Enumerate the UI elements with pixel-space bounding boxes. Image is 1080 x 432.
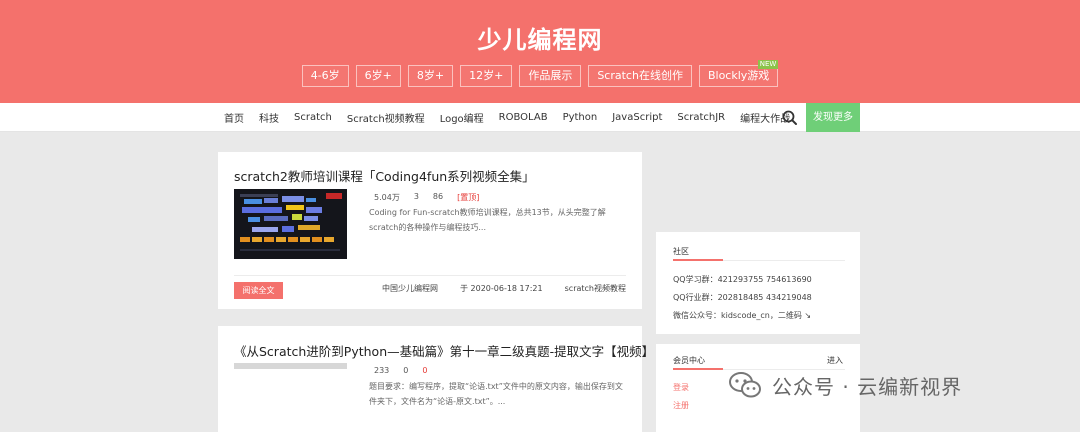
post-card: 《从Scratch进阶到Python—基础篇》第十一章二级真题-提取文字【视频】… — [218, 326, 654, 432]
community-widget: 社区 QQ学习群：421293755 754613690 QQ行业群：20281… — [656, 232, 860, 334]
widget-title: 会员中心 — [673, 356, 705, 365]
category-button-scratch-online[interactable]: Scratch在线创作 — [588, 65, 692, 87]
wechat-icon — [728, 370, 762, 400]
main-nav: 首页 科技 Scratch Scratch视频教程 Logo编程 ROBOLAB… — [0, 103, 1080, 132]
category-button-8plus[interactable]: 8岁+ — [407, 65, 454, 87]
category-label: Blockly游戏 — [707, 69, 770, 82]
comment-count: 0 — [403, 366, 409, 375]
view-count: 5.04万 — [374, 193, 400, 202]
like-count: 0 — [422, 366, 428, 375]
nav-item-javascript[interactable]: JavaScript — [612, 112, 662, 123]
category-buttons: 4-6岁 6岁+ 8岁+ 12岁+ 作品展示 Scratch在线创作 Block… — [0, 60, 1080, 87]
nav-item-python[interactable]: Python — [563, 112, 598, 123]
comment-count: 3 — [413, 192, 419, 201]
nav-item-scratch[interactable]: Scratch — [294, 112, 332, 123]
post-excerpt: Coding for Fun-scratch教师培训课程，总共13节，从头完整了… — [369, 208, 606, 232]
qq-study-group: QQ学习群：421293755 754613690 — [673, 275, 812, 284]
wechat-account[interactable]: 微信公众号：kidscode_cn，二维码 ↘ — [673, 310, 811, 321]
nav-item-home[interactable]: 首页 — [224, 110, 244, 125]
category-button-4-6[interactable]: 4-6岁 — [301, 65, 349, 87]
like-count: 86 — [432, 192, 444, 201]
divider-accent — [673, 368, 723, 370]
nav-item-robolab[interactable]: ROBOLAB — [499, 112, 548, 123]
post-author[interactable]: 中国少儿编程网 — [382, 283, 438, 294]
post-date: 于 2020-06-18 17:21 — [459, 284, 543, 293]
card-divider — [234, 275, 626, 276]
qq-industry-group: QQ行业群：202818485 434219048 — [673, 293, 812, 302]
site-header: 少儿编程网 4-6岁 6岁+ 8岁+ 12岁+ 作品展示 Scratch在线创作… — [0, 0, 1080, 103]
discover-more-button[interactable]: 发现更多 — [806, 103, 860, 132]
post-excerpt: 题目要求：编写程序，提取“论语.txt”文件中的原文内容，输出保存到文件夹下，文… — [369, 382, 623, 406]
register-link[interactable]: 注册 — [673, 400, 689, 411]
new-badge: NEW — [757, 60, 779, 69]
pinned-tag: [置顶] — [457, 193, 480, 202]
wechat-watermark: 公众号 · 云编新视界 — [728, 370, 962, 400]
post-footer: 中国少儿编程网 于 2020-06-18 17:21 scratch视频教程 — [218, 283, 626, 294]
site-title[interactable]: 少儿编程网 — [0, 20, 1080, 55]
nav-item-logo[interactable]: Logo编程 — [440, 110, 484, 125]
divider-accent — [673, 259, 723, 261]
post-card: scratch2教师培训课程「Coding4fun系列视频全集」 5.04万 3… — [218, 152, 642, 309]
category-button-showcase[interactable]: 作品展示 — [519, 65, 582, 87]
view-count: 233 — [374, 366, 390, 375]
nav-item-scratch-video[interactable]: Scratch视频教程 — [347, 110, 425, 125]
nav-item-tech[interactable]: 科技 — [259, 110, 279, 125]
watermark-text: 公众号 · 云编新视界 — [772, 374, 963, 399]
post-category[interactable]: scratch视频教程 — [565, 283, 626, 294]
post-meta: 233 0 0 — [374, 366, 427, 375]
search-icon[interactable] — [780, 108, 800, 128]
category-button-12plus[interactable]: 12岁+ — [460, 65, 513, 87]
category-button-blockly-games[interactable]: Blockly游戏 NEW — [698, 60, 779, 87]
post-thumbnail[interactable] — [234, 189, 347, 259]
post-meta: 5.04万 3 86 [置顶] — [374, 192, 479, 203]
post-title[interactable]: 《从Scratch进阶到Python—基础篇》第十一章二级真题-提取文字【视频】 — [234, 341, 654, 360]
nav-item-scratchjr[interactable]: ScratchJR — [677, 112, 725, 123]
login-link[interactable]: 登录 — [673, 382, 689, 393]
post-thumbnail[interactable] — [234, 363, 347, 369]
category-button-6plus[interactable]: 6岁+ — [355, 65, 401, 87]
enter-link[interactable]: 进入 — [827, 355, 843, 366]
widget-title: 社区 — [673, 247, 689, 256]
post-title[interactable]: scratch2教师培训课程「Coding4fun系列视频全集」 — [234, 166, 535, 185]
